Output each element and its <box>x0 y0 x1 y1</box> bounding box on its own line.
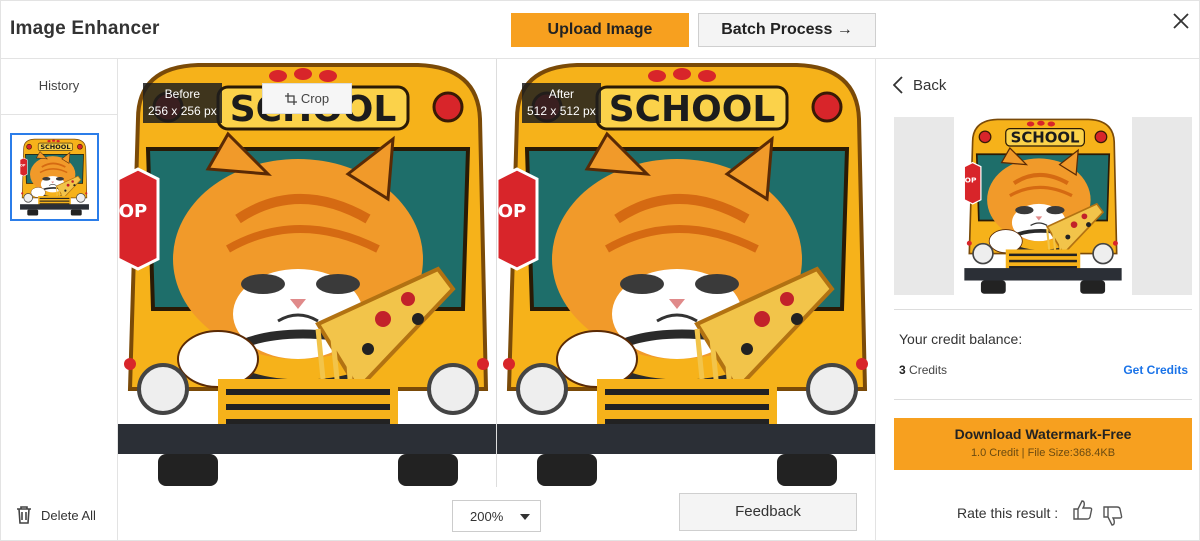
download-subtext: 1.0 Credit | File Size:368.4KB <box>970 447 1116 459</box>
app-title: Image Enhancer <box>10 18 160 39</box>
credits-value: 3 Credits <box>899 363 947 377</box>
before-label: Before <box>164 87 201 101</box>
download-label: Download Watermark-Free <box>954 426 1132 442</box>
zoom-select[interactable]: 200% <box>452 500 541 532</box>
rate-result: Rate this result : <box>957 499 1124 527</box>
before-tag: Before 256 x 256 px <box>143 83 222 123</box>
crop-button[interactable]: Crop <box>262 83 352 114</box>
divider <box>894 399 1192 400</box>
result-panel: Back Your credit balance: 3 Credits Get … <box>877 59 1200 541</box>
back-button[interactable]: Back <box>893 76 946 94</box>
before-size: 256 x 256 px <box>148 104 217 118</box>
divider <box>894 309 1192 310</box>
credits-count: 3 <box>899 363 906 377</box>
delete-all-button[interactable]: Delete All <box>15 505 96 525</box>
zoom-value: 200% <box>470 508 504 524</box>
crop-icon <box>284 92 297 105</box>
after-size: 512 x 512 px <box>527 104 596 118</box>
after-image-pane[interactable]: After 512 x 512 px <box>497 59 875 487</box>
history-label: History <box>1 59 117 115</box>
credits-unit: Credits <box>909 363 948 377</box>
thumbs-down-icon[interactable] <box>1102 505 1124 527</box>
result-preview <box>894 117 1192 295</box>
preview-right-bg <box>1132 117 1192 295</box>
batch-process-button[interactable]: Batch Process → <box>698 13 876 47</box>
download-watermark-free-button[interactable]: Download Watermark-Free 1.0 Credit | Fil… <box>894 418 1192 470</box>
dropdown-caret-icon <box>520 514 530 520</box>
close-icon[interactable] <box>1169 9 1193 33</box>
image-enhancer-app: Image Enhancer Upload Image Batch Proces… <box>0 0 1200 541</box>
before-image-pane[interactable]: Before 256 x 256 px Crop <box>118 59 496 487</box>
back-label: Back <box>913 76 947 94</box>
get-credits-link[interactable]: Get Credits <box>1123 363 1188 377</box>
feedback-button[interactable]: Feedback <box>679 493 857 531</box>
result-image <box>954 117 1132 295</box>
crop-label: Crop <box>300 91 330 106</box>
trash-icon <box>17 506 31 524</box>
history-sidebar: History Delete All <box>1 59 118 541</box>
chevron-left-icon <box>893 76 903 94</box>
header: Image Enhancer Upload Image Batch Proces… <box>1 1 1200 59</box>
credit-balance-label: Your credit balance: <box>899 331 1023 347</box>
after-image <box>497 59 875 487</box>
upload-image-button[interactable]: Upload Image <box>511 13 689 47</box>
history-thumbnail[interactable] <box>10 133 99 221</box>
rate-label: Rate this result : <box>957 505 1059 521</box>
after-tag: After 512 x 512 px <box>522 83 601 123</box>
compare-area: Before 256 x 256 px Crop After 512 x 512… <box>118 59 876 541</box>
delete-all-label: Delete All <box>41 507 96 523</box>
thumbs-up-icon[interactable] <box>1072 499 1094 521</box>
before-image <box>118 59 496 487</box>
preview-left-bg <box>894 117 954 295</box>
after-label: After <box>548 87 575 101</box>
